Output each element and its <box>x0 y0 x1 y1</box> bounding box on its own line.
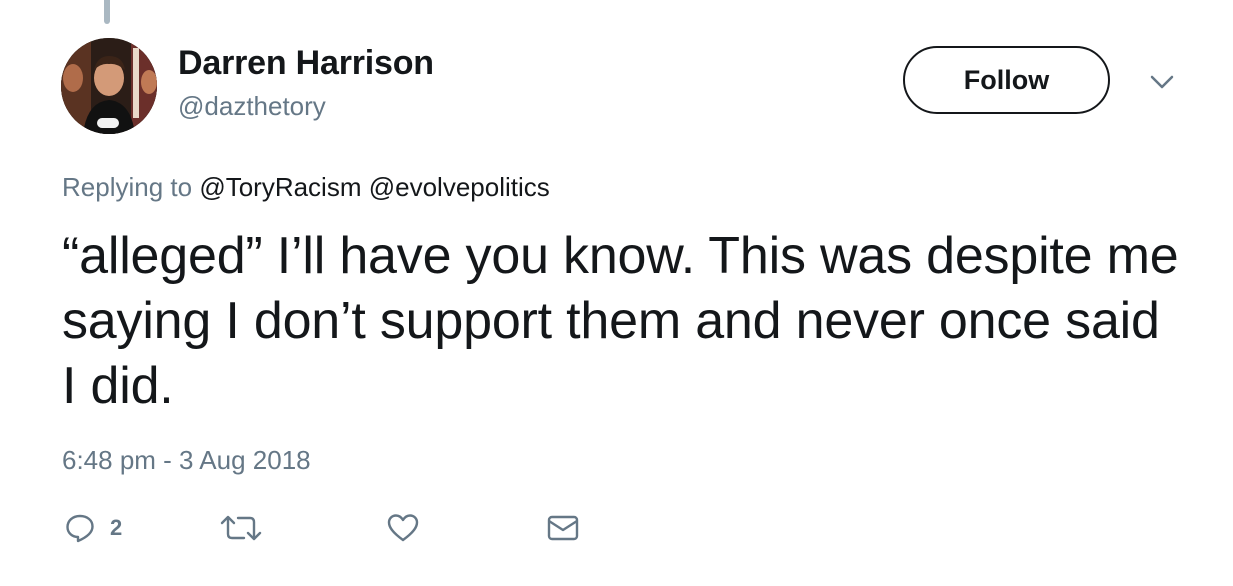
reply-count: 2 <box>110 515 123 540</box>
retweet-button[interactable] <box>218 508 264 548</box>
heart-icon <box>387 514 419 542</box>
avatar[interactable] <box>61 38 157 134</box>
mention-link[interactable]: @ToryRacism <box>199 172 361 202</box>
mention-link[interactable]: @evolvepolitics <box>369 172 550 202</box>
replying-to-label: Replying to <box>62 172 193 202</box>
tweet-timestamp[interactable]: 6:48 pm - 3 Aug 2018 <box>62 445 311 476</box>
replying-to-line: Replying to @ToryRacism @evolvepolitics <box>62 172 550 203</box>
direct-message-button[interactable] <box>546 508 580 548</box>
author-name[interactable]: Darren Harrison <box>178 44 434 83</box>
like-button[interactable] <box>386 508 420 548</box>
reply-button[interactable]: 2 <box>64 508 122 548</box>
chevron-down-icon[interactable] <box>1145 70 1179 96</box>
author-handle[interactable]: @dazthetory <box>178 91 326 122</box>
avatar-photo <box>61 38 157 134</box>
thread-connector-line <box>104 0 110 24</box>
envelope-icon <box>547 515 579 541</box>
follow-button[interactable]: Follow <box>903 46 1110 114</box>
reply-icon <box>66 514 94 543</box>
retweet-icon <box>220 515 262 541</box>
tweet-text: “alleged” I’ll have you know. This was d… <box>62 227 1179 415</box>
